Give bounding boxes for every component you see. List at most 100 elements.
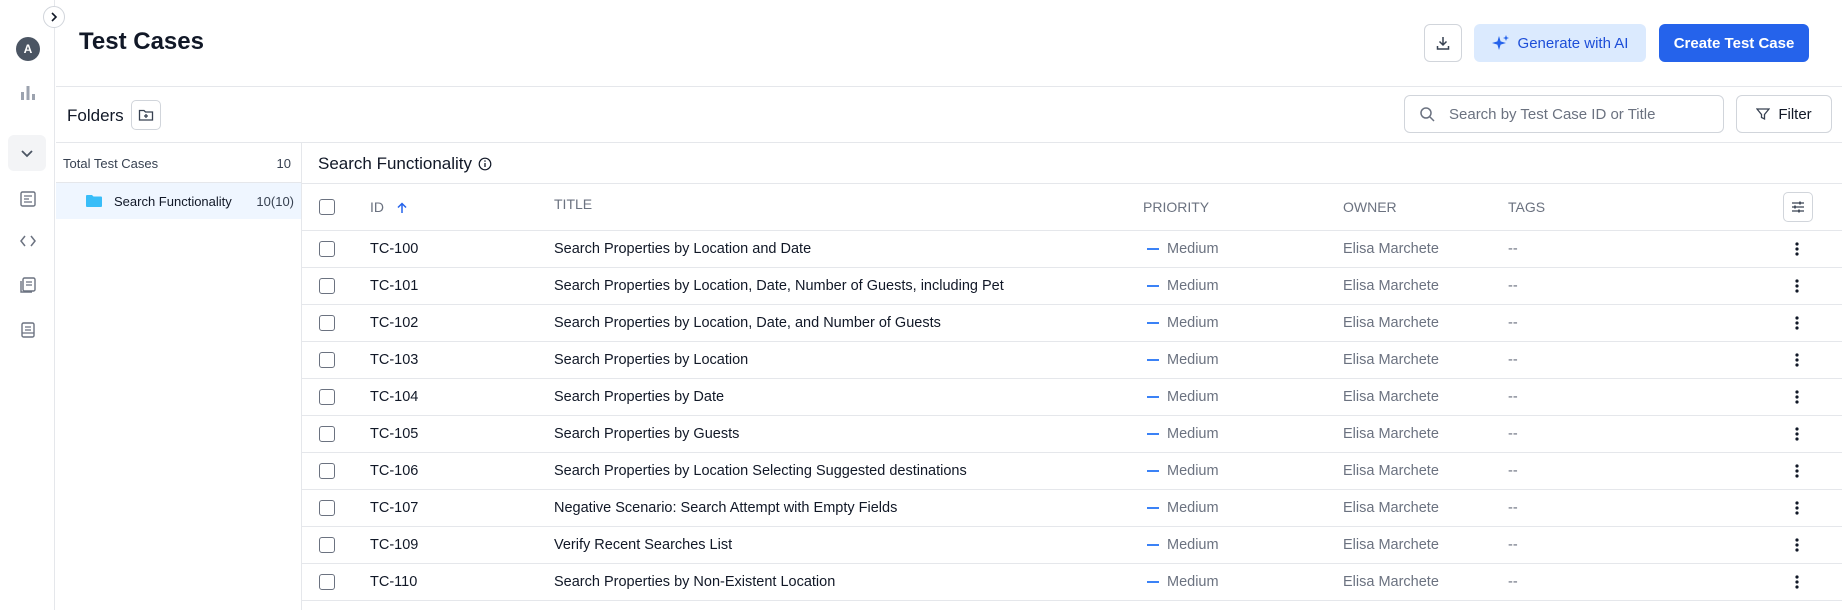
row-title[interactable]: Search Properties by Location, Date, and… bbox=[554, 315, 941, 331]
sort-ascending-icon[interactable] bbox=[391, 197, 413, 219]
info-icon[interactable] bbox=[478, 157, 492, 171]
row-id[interactable]: TC-105 bbox=[370, 426, 418, 442]
row-checkbox[interactable] bbox=[319, 426, 335, 442]
filter-icon bbox=[1756, 108, 1771, 121]
column-tags[interactable]: TAGS bbox=[1508, 199, 1545, 215]
table-row[interactable]: TC-109 Verify Recent Searches List Medium E… bbox=[302, 527, 1842, 564]
row-title[interactable]: Search Properties by Location, Date, Num… bbox=[554, 278, 1004, 294]
row-checkbox[interactable] bbox=[319, 463, 335, 479]
row-id[interactable]: TC-107 bbox=[370, 500, 418, 516]
code-icon[interactable] bbox=[12, 225, 44, 257]
row-id[interactable]: TC-110 bbox=[370, 574, 417, 590]
row-priority: Medium bbox=[1147, 352, 1219, 368]
test-runs-icon[interactable] bbox=[12, 269, 44, 301]
row-title[interactable]: Search Properties by Location bbox=[554, 352, 748, 368]
table-row[interactable]: TC-107 Negative Scenario: Search Attempt … bbox=[302, 490, 1842, 527]
column-owner[interactable]: OWNER bbox=[1343, 199, 1397, 215]
more-options-button[interactable] bbox=[1785, 496, 1809, 520]
table-body: TC-100 Search Properties by Location and … bbox=[302, 231, 1842, 601]
table-row[interactable]: TC-103 Search Properties by Location Mediu… bbox=[302, 342, 1842, 379]
row-checkbox[interactable] bbox=[319, 315, 335, 331]
row-id[interactable]: TC-103 bbox=[370, 352, 418, 368]
left-rail: A bbox=[0, 0, 55, 610]
row-checkbox[interactable] bbox=[319, 389, 335, 405]
table-row[interactable]: TC-100 Search Properties by Location and … bbox=[302, 231, 1842, 268]
reports-icon[interactable] bbox=[12, 314, 44, 346]
test-cases-icon[interactable] bbox=[12, 183, 44, 215]
sparkles-icon bbox=[1491, 35, 1509, 50]
more-options-button[interactable] bbox=[1785, 570, 1809, 594]
more-options-button[interactable] bbox=[1785, 459, 1809, 483]
expand-sidebar-button[interactable] bbox=[43, 6, 65, 28]
row-title[interactable]: Search Properties by Non-Existent Locati… bbox=[554, 574, 835, 590]
row-id[interactable]: TC-102 bbox=[370, 315, 418, 331]
row-priority-label: Medium bbox=[1167, 463, 1219, 479]
more-options-button[interactable] bbox=[1785, 237, 1809, 261]
row-checkbox[interactable] bbox=[319, 537, 335, 553]
kebab-menu-icon bbox=[1795, 538, 1799, 552]
priority-medium-icon bbox=[1147, 507, 1159, 509]
more-options-button[interactable] bbox=[1785, 348, 1809, 372]
row-id[interactable]: TC-100 bbox=[370, 241, 418, 257]
new-folder-button[interactable] bbox=[131, 100, 161, 130]
folder-panel: Total Test Cases 10 Search Functionality… bbox=[56, 143, 302, 610]
row-checkbox[interactable] bbox=[319, 278, 335, 294]
download-button[interactable] bbox=[1424, 24, 1462, 62]
folder-item-search-functionality[interactable]: Search Functionality 10(10) bbox=[56, 183, 301, 219]
row-title[interactable]: Search Properties by Date bbox=[554, 389, 724, 405]
row-priority: Medium bbox=[1147, 241, 1219, 257]
section-title-text: Search Functionality bbox=[318, 154, 473, 173]
row-owner: Elisa Marchete bbox=[1343, 426, 1439, 442]
table-row[interactable]: TC-106 Search Properties by Location Sele… bbox=[302, 453, 1842, 490]
more-options-button[interactable] bbox=[1785, 422, 1809, 446]
row-tags: -- bbox=[1508, 426, 1518, 442]
table-row[interactable]: TC-104 Search Properties by Date Medium Eli… bbox=[302, 379, 1842, 416]
table-row[interactable]: TC-105 Search Properties by Guests Medium E… bbox=[302, 416, 1842, 453]
table-row[interactable]: TC-110 Search Properties by Non-Existent … bbox=[302, 564, 1842, 601]
column-title[interactable]: TITLE bbox=[554, 196, 592, 212]
row-priority: Medium bbox=[1147, 574, 1219, 590]
column-priority[interactable]: PRIORITY bbox=[1143, 199, 1209, 215]
filter-button[interactable]: Filter bbox=[1736, 95, 1832, 133]
total-test-cases-row[interactable]: Total Test Cases 10 bbox=[56, 143, 301, 183]
row-priority-label: Medium bbox=[1167, 426, 1219, 442]
more-options-button[interactable] bbox=[1785, 385, 1809, 409]
more-options-button[interactable] bbox=[1785, 311, 1809, 335]
row-checkbox[interactable] bbox=[319, 352, 335, 368]
dashboard-chart-icon[interactable] bbox=[12, 77, 44, 109]
row-priority-label: Medium bbox=[1167, 389, 1219, 405]
chevron-down-icon[interactable] bbox=[8, 135, 46, 171]
row-tags: -- bbox=[1508, 352, 1518, 368]
priority-medium-icon bbox=[1147, 433, 1159, 435]
row-title[interactable]: Negative Scenario: Search Attempt with E… bbox=[554, 500, 897, 516]
generate-with-ai-button[interactable]: Generate with AI bbox=[1474, 24, 1646, 62]
row-id[interactable]: TC-104 bbox=[370, 389, 418, 405]
row-id[interactable]: TC-106 bbox=[370, 463, 418, 479]
row-tags: -- bbox=[1508, 500, 1518, 516]
more-options-button[interactable] bbox=[1785, 533, 1809, 557]
total-count: 10 bbox=[276, 156, 291, 171]
column-id[interactable]: ID bbox=[370, 199, 384, 215]
row-id[interactable]: TC-101 bbox=[370, 278, 418, 294]
row-tags: -- bbox=[1508, 278, 1518, 294]
row-priority-label: Medium bbox=[1167, 574, 1219, 590]
row-priority: Medium bbox=[1147, 500, 1219, 516]
row-id[interactable]: TC-109 bbox=[370, 537, 418, 553]
row-title[interactable]: Search Properties by Location Selecting … bbox=[554, 463, 967, 479]
select-all-checkbox[interactable] bbox=[319, 199, 335, 215]
download-icon bbox=[1436, 37, 1450, 50]
row-title[interactable]: Verify Recent Searches List bbox=[554, 537, 732, 553]
row-checkbox[interactable] bbox=[319, 241, 335, 257]
create-test-case-button[interactable]: Create Test Case bbox=[1659, 24, 1809, 62]
table-row[interactable]: TC-102 Search Properties by Location, Dat… bbox=[302, 305, 1842, 342]
avatar[interactable]: A bbox=[16, 37, 40, 61]
row-title[interactable]: Search Properties by Location and Date bbox=[554, 241, 811, 257]
search-input[interactable] bbox=[1449, 105, 1699, 123]
row-checkbox[interactable] bbox=[319, 500, 335, 516]
row-title[interactable]: Search Properties by Guests bbox=[554, 426, 739, 442]
row-checkbox[interactable] bbox=[319, 574, 335, 590]
priority-medium-icon bbox=[1147, 581, 1159, 583]
more-options-button[interactable] bbox=[1785, 274, 1809, 298]
table-row[interactable]: TC-101 Search Properties by Location, Dat… bbox=[302, 268, 1842, 305]
column-settings-button[interactable] bbox=[1783, 192, 1813, 222]
